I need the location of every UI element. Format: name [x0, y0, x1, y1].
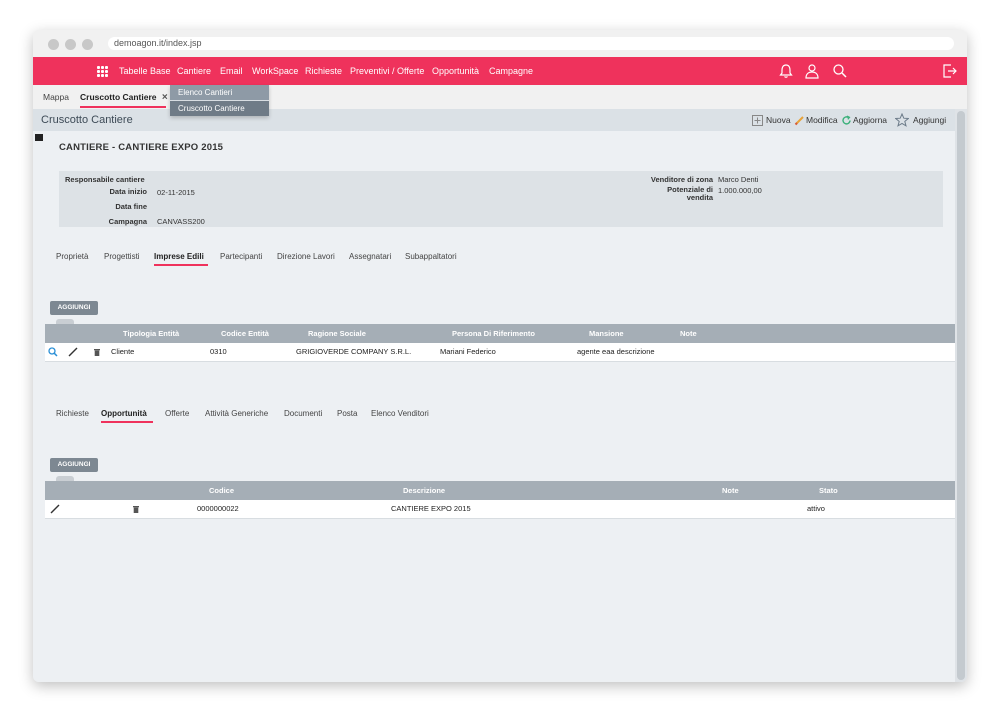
top-navigation: Tabelle Base Cantiere Email WorkSpace Ri… — [33, 57, 967, 85]
vertical-scrollbar[interactable] — [955, 109, 967, 682]
url-bar[interactable]: demoagon.it/index.jsp — [108, 37, 954, 50]
tab-documenti[interactable]: Documenti — [284, 407, 322, 423]
cell-stato: attivo — [807, 504, 825, 513]
table-row[interactable]: 0000000022 CANTIERE EXPO 2015 attivo — [45, 500, 955, 519]
tab-attivita-generiche[interactable]: Attività Generiche — [205, 407, 268, 423]
cell-codice: 0000000022 — [197, 504, 239, 513]
opportunita-table-header: Codice Descrizione Note Stato — [45, 481, 955, 500]
cell-mansione: agente eaa descrizione — [577, 347, 655, 356]
user-icon[interactable] — [804, 63, 820, 79]
col-codice[interactable]: Codice — [209, 481, 234, 500]
plus-icon[interactable] — [752, 115, 763, 126]
browser-window: demoagon.it/index.jsp Tabelle Base Canti… — [33, 30, 967, 682]
tab-partecipanti[interactable]: Partecipanti — [220, 250, 262, 266]
col-codice-entita[interactable]: Codice Entità — [221, 324, 269, 343]
browser-titlebar: demoagon.it/index.jsp — [33, 30, 967, 57]
cell-persona: Mariani Federico — [440, 347, 496, 356]
tab-progettisti[interactable]: Progettisti — [104, 250, 140, 266]
col-persona[interactable]: Persona Di Riferimento — [452, 324, 535, 343]
tab-posta[interactable]: Posta — [337, 407, 357, 423]
main-content: Cruscotto Cantiere Nuova Modifica Aggior… — [33, 109, 955, 682]
table-row[interactable]: Cliente 0310 GRIGIOVERDE COMPANY S.R.L. … — [45, 343, 955, 362]
tab-proprieta[interactable]: Proprietà — [56, 250, 88, 266]
nav-cantiere[interactable]: Cantiere — [177, 57, 211, 85]
page-title: Cruscotto Cantiere — [41, 114, 133, 126]
cell-tipologia: Cliente — [111, 347, 135, 356]
label-campagna: Campagna — [108, 217, 147, 226]
value-data-inizio: 02-11-2015 — [157, 188, 195, 197]
col-stato[interactable]: Stato — [819, 481, 838, 500]
search-icon[interactable] — [48, 347, 58, 357]
aggiungi-impresa-button[interactable]: AGGIUNGI — [50, 301, 98, 315]
value-potenziale: 1.000.000,00 — [718, 186, 762, 195]
tab-elenco-venditori[interactable]: Elenco Venditori — [371, 407, 429, 423]
label-data-fine: Data fine — [115, 202, 147, 211]
tab-assegnatari[interactable]: Assegnatari — [349, 250, 391, 266]
col-mansione[interactable]: Mansione — [589, 324, 624, 343]
tab-imprese-edili[interactable]: Imprese Edili — [154, 250, 208, 266]
scrollbar-thumb[interactable] — [957, 111, 965, 680]
col-descrizione[interactable]: Descrizione — [403, 481, 445, 500]
nav-tabelle-base[interactable]: Tabelle Base — [119, 57, 171, 85]
edit-icon[interactable] — [68, 347, 78, 357]
cantiere-info-panel: Responsabile cantiere Data inizio 02-11-… — [59, 171, 943, 227]
subtab-label: Cruscotto Cantiere — [80, 92, 157, 102]
label-potenziale: Potenziale di vendita — [667, 185, 713, 202]
nav-richieste[interactable]: Richieste — [305, 57, 342, 85]
close-icon[interactable]: × — [162, 92, 168, 103]
aggiungi-opportunita-button[interactable]: AGGIUNGI — [50, 458, 98, 472]
edit-icon[interactable] — [50, 504, 60, 514]
trash-icon[interactable] — [131, 504, 141, 514]
window-minimize-dot[interactable] — [65, 39, 76, 50]
tab-subappaltatori[interactable]: Subappaltatori — [405, 250, 457, 266]
nav-preventivi-offerte[interactable]: Preventivi / Offerte — [350, 57, 424, 85]
tab-direzione-lavori[interactable]: Direzione Lavori — [277, 250, 335, 266]
cell-descrizione: CANTIERE EXPO 2015 — [391, 504, 471, 513]
nav-opportunita[interactable]: Opportunità — [432, 57, 479, 85]
window-close-dot[interactable] — [48, 39, 59, 50]
col-tipologia[interactable]: Tipologia Entità — [123, 324, 179, 343]
nav-campagne[interactable]: Campagne — [489, 57, 533, 85]
subtab-cruscotto-cantiere[interactable]: Cruscotto Cantiere × — [80, 85, 168, 108]
modifica-button[interactable]: Modifica — [806, 109, 838, 131]
window-maximize-dot[interactable] — [82, 39, 93, 50]
nuova-button[interactable]: Nuova — [766, 109, 791, 131]
col-note[interactable]: Note — [680, 324, 697, 343]
pencil-icon[interactable] — [794, 115, 805, 126]
label-responsabile: Responsabile cantiere — [65, 175, 145, 184]
label-data-inizio: Data inizio — [109, 187, 147, 196]
nav-email[interactable]: Email — [220, 57, 243, 85]
cantiere-dropdown-menu: Elenco Cantieri Cruscotto Cantiere — [170, 85, 269, 116]
star-icon[interactable] — [895, 113, 909, 127]
col-ragione-sociale[interactable]: Ragione Sociale — [308, 324, 366, 343]
grid-icon[interactable] — [97, 66, 108, 77]
trash-icon[interactable] — [92, 347, 102, 357]
cell-codice: 0310 — [210, 347, 227, 356]
aggiungi-preferiti-button[interactable]: Aggiungi — [913, 109, 946, 131]
aggiorna-button[interactable]: Aggiorna — [853, 109, 887, 131]
bell-icon[interactable] — [778, 63, 794, 79]
menu-item-elenco-cantieri[interactable]: Elenco Cantieri — [170, 85, 269, 100]
panel-toggle-icon[interactable] — [35, 134, 43, 141]
nav-workspace[interactable]: WorkSpace — [252, 57, 298, 85]
search-icon[interactable] — [832, 63, 848, 79]
label-venditore: Venditore di zona — [650, 175, 713, 184]
subtab-mappa[interactable]: Mappa — [43, 85, 69, 109]
value-venditore: Marco Denti — [718, 175, 759, 184]
tab-opportunita[interactable]: Opportunità — [101, 407, 153, 423]
cell-ragione-sociale: GRIGIOVERDE COMPANY S.R.L. — [296, 347, 412, 356]
refresh-icon[interactable] — [841, 115, 852, 126]
logout-icon[interactable] — [942, 63, 958, 79]
col-note[interactable]: Note — [722, 481, 739, 500]
tab-richieste[interactable]: Richieste — [56, 407, 89, 423]
value-campagna: CANVASS200 — [157, 217, 205, 226]
menu-item-cruscotto-cantiere[interactable]: Cruscotto Cantiere — [170, 101, 269, 116]
cantiere-title: CANTIERE - CANTIERE EXPO 2015 — [59, 142, 224, 153]
tab-offerte[interactable]: Offerte — [165, 407, 189, 423]
imprese-table-header: Tipologia Entità Codice Entità Ragione S… — [45, 324, 955, 343]
